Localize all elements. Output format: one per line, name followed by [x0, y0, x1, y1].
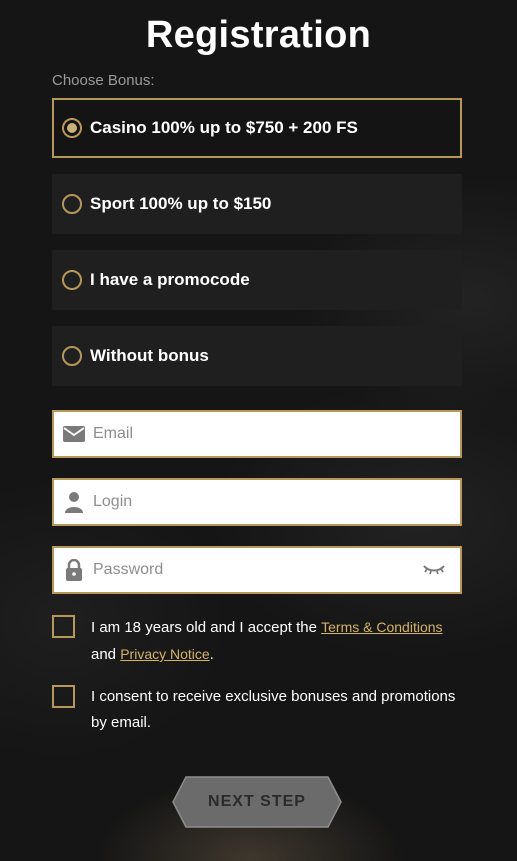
envelope-icon	[63, 423, 85, 445]
bonus-option-label: Casino 100% up to $750 + 200 FS	[90, 118, 358, 137]
page-title: Registration	[145, 14, 372, 56]
password-field[interactable]	[52, 546, 462, 594]
next-step-label: NEXT STEP	[208, 793, 306, 810]
login-input[interactable]	[93, 487, 393, 517]
password-input[interactable]	[93, 555, 393, 585]
email-field[interactable]	[52, 410, 462, 458]
terms-consent-text: I am 18 years old and I accept the Terms…	[91, 614, 461, 668]
terms-checkbox[interactable]	[52, 615, 75, 638]
choose-bonus-label: Choose Bonus:	[52, 72, 155, 89]
lock-icon	[63, 559, 85, 581]
bonus-option-label: I have a promocode	[90, 270, 250, 289]
marketing-consent-text: I consent to receive exclusive bonuses a…	[91, 688, 456, 731]
bonus-option-without-bonus[interactable]: Without bonus	[52, 326, 462, 386]
terms-link[interactable]: Terms & Conditions	[321, 619, 442, 635]
radio-icon[interactable]	[62, 194, 82, 214]
terms-text-before: I am 18 years old and I accept the	[91, 619, 322, 636]
privacy-link[interactable]: Privacy Notice	[120, 646, 209, 662]
bonus-option-casino[interactable]: Casino 100% up to $750 + 200 FS	[52, 98, 462, 158]
terms-text-after: .	[209, 646, 214, 663]
email-input[interactable]	[93, 419, 393, 449]
marketing-consent-row: I consent to receive exclusive bonuses a…	[52, 684, 472, 736]
terms-consent-row: I am 18 years old and I accept the Terms…	[52, 614, 472, 668]
bonus-option-label: Sport 100% up to $150	[90, 194, 272, 213]
login-field[interactable]	[52, 478, 462, 526]
next-step-button[interactable]: NEXT STEP	[172, 776, 342, 828]
eye-closed-icon[interactable]	[422, 560, 446, 580]
bonus-option-label: Without bonus	[90, 346, 209, 365]
user-icon	[63, 491, 85, 513]
radio-icon[interactable]	[62, 270, 82, 290]
bonus-option-promocode[interactable]: I have a promocode	[52, 250, 462, 310]
registration-page: Registration Choose Bonus: Casino 100% u…	[0, 0, 517, 861]
bonus-option-sport[interactable]: Sport 100% up to $150	[52, 174, 462, 234]
radio-selected-icon[interactable]	[62, 118, 82, 138]
terms-text-middle: and	[91, 646, 121, 663]
radio-icon[interactable]	[62, 346, 82, 366]
marketing-checkbox[interactable]	[52, 685, 75, 708]
